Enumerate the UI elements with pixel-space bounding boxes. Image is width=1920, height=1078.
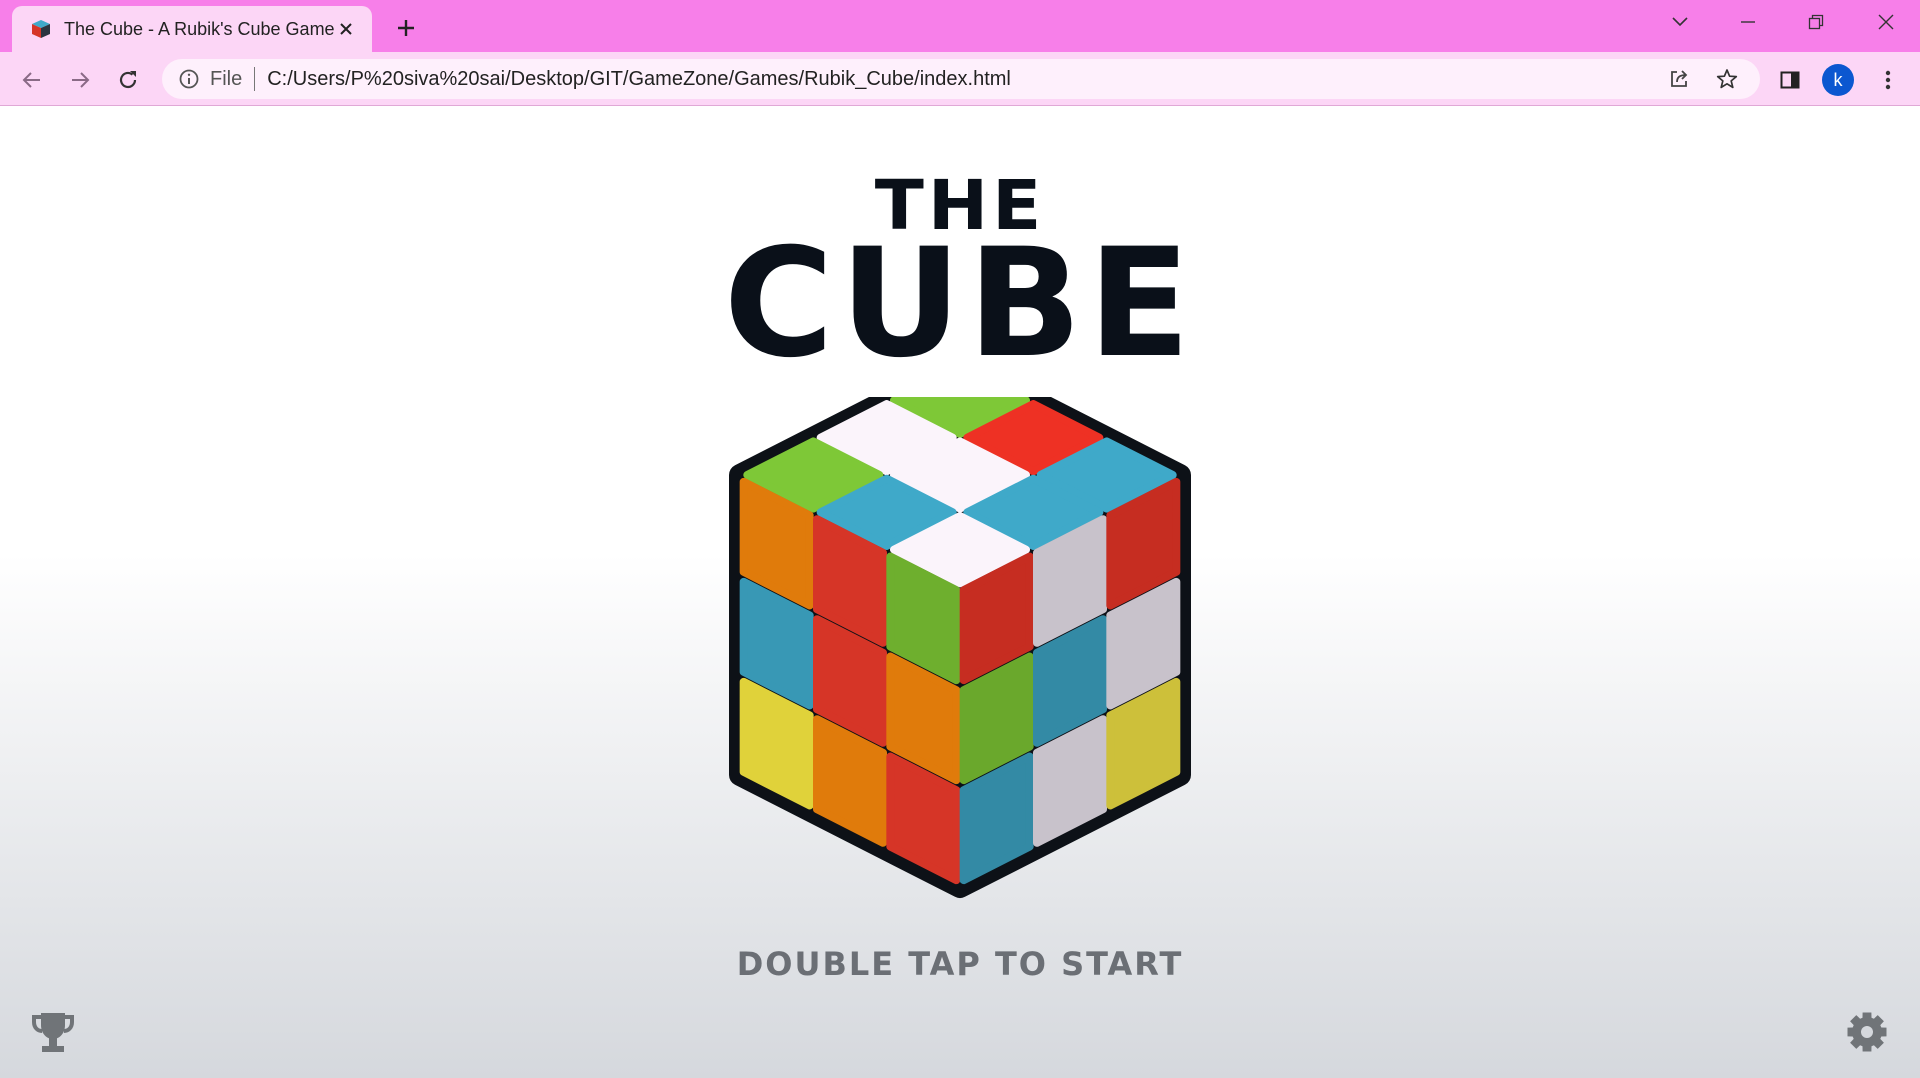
tab-search-icon[interactable] <box>1660 8 1700 36</box>
profile-avatar[interactable]: k <box>1822 64 1854 96</box>
start-prompt[interactable]: DOUBLE TAP TO START <box>0 945 1920 983</box>
game-viewport[interactable]: THE CUBE DOUBLE TAP TO START <box>0 107 1920 1078</box>
cube-favicon-icon <box>32 20 50 38</box>
tab-strip: The Cube - A Rubik's Cube Game <box>0 0 1920 52</box>
back-button[interactable] <box>16 64 48 96</box>
omnibox-divider <box>254 67 256 91</box>
close-window-button[interactable] <box>1866 8 1906 36</box>
title-cube: CUBE <box>723 217 1197 391</box>
side-panel-icon[interactable] <box>1774 64 1806 96</box>
url-text[interactable]: C:/Users/P%20siva%20sai/Desktop/GIT/Game… <box>267 68 1011 91</box>
menu-kebab-icon[interactable] <box>1872 64 1904 96</box>
browser-toolbar: File C:/Users/P%20siva%20sai/Desktop/GIT… <box>0 52 1920 106</box>
site-label: File <box>210 67 243 90</box>
site-info-button[interactable]: File <box>178 68 242 91</box>
tab-title: The Cube - A Rubik's Cube Game <box>64 18 334 39</box>
reload-button[interactable] <box>112 64 144 96</box>
share-icon[interactable] <box>1664 64 1694 94</box>
restore-button[interactable] <box>1796 8 1836 36</box>
minimize-button[interactable] <box>1728 8 1768 36</box>
new-tab-button[interactable] <box>390 12 422 44</box>
address-bar[interactable]: File C:/Users/P%20siva%20sai/Desktop/GIT… <box>162 59 1760 99</box>
gear-icon[interactable] <box>1842 1007 1892 1057</box>
browser-tab[interactable]: The Cube - A Rubik's Cube Game <box>12 6 372 52</box>
forward-button[interactable] <box>64 64 96 96</box>
rubiks-cube-3d[interactable] <box>720 397 1200 927</box>
info-icon <box>179 69 199 89</box>
trophy-icon[interactable] <box>28 1007 78 1057</box>
bookmark-star-icon[interactable] <box>1712 64 1742 94</box>
close-tab-icon[interactable] <box>334 17 358 41</box>
